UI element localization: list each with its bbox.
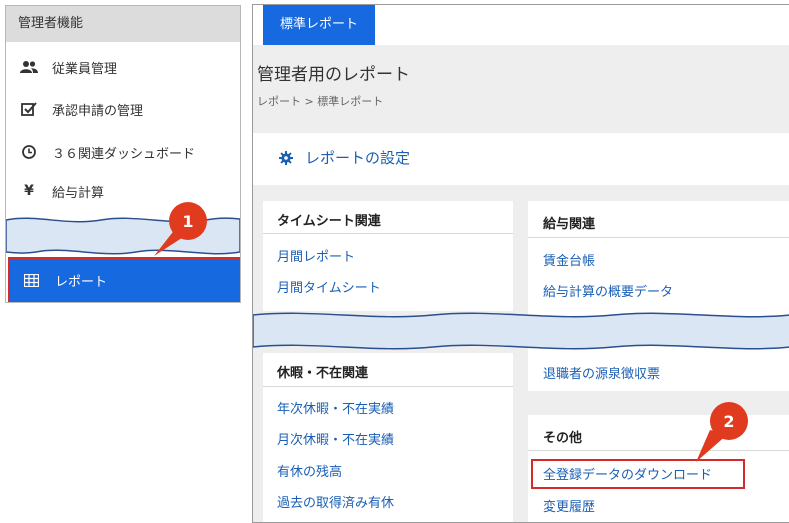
gear-icon xyxy=(279,150,293,169)
people-icon xyxy=(20,60,38,74)
link-monthly-leave[interactable]: 月次休暇・不在実績 xyxy=(277,429,394,448)
link-payroll-summary[interactable]: 給与計算の概要データ xyxy=(543,281,673,300)
sidebar-item-dashboard[interactable]: ３６関連ダッシュボード xyxy=(6,133,240,171)
sidebar-item-label: 従業員管理 xyxy=(52,61,118,77)
sidebar-item-label: 給与計算 xyxy=(52,185,105,201)
step-badge-2: 2 xyxy=(710,402,748,440)
card-divider xyxy=(528,450,789,451)
sidebar-item-label: ３６関連ダッシュボード xyxy=(52,146,196,162)
card-divider xyxy=(263,233,513,234)
breadcrumb: レポート > 標準レポート xyxy=(257,95,384,108)
step-badge-1: 1 xyxy=(169,202,207,240)
link-retiree-withholding[interactable]: 退職者の源泉徴収票 xyxy=(543,363,660,382)
link-annual-leave[interactable]: 年次休暇・不在実績 xyxy=(277,398,394,417)
link-wage-ledger[interactable]: 賃金台帳 xyxy=(543,250,595,269)
yen-icon: ¥ xyxy=(24,183,34,199)
card-title-leave: 休暇・不在関連 xyxy=(277,366,369,381)
card-divider xyxy=(263,386,513,387)
checkbox-icon xyxy=(20,101,38,117)
link-past-paid-leave[interactable]: 過去の取得済み有休 xyxy=(277,492,394,511)
table-icon xyxy=(24,273,39,287)
admin-sidebar: 管理者機能 従業員管理 承認申請の管理 ３６関連ダッシュボード ¥ 給与計算 レ… xyxy=(5,5,241,303)
link-paid-leave-balance[interactable]: 有休の残高 xyxy=(277,461,342,480)
card-title-other: その他 xyxy=(543,431,583,446)
report-settings-link[interactable]: レポートの設定 xyxy=(305,147,410,168)
link-change-history[interactable]: 変更履歴 xyxy=(543,496,595,515)
card-title-payroll: 給与関連 xyxy=(543,217,596,232)
link-monthly-report[interactable]: 月間レポート xyxy=(277,246,355,265)
link-download-all-data[interactable]: 全登録データのダウンロード xyxy=(543,464,712,483)
card-divider xyxy=(528,237,789,238)
clock-icon xyxy=(20,144,38,160)
sidebar-item-payroll[interactable]: ¥ 給与計算 xyxy=(6,172,240,210)
card-title-timesheet: タイムシート関連 xyxy=(277,214,381,229)
page-title: 管理者用のレポート xyxy=(257,65,410,85)
link-monthly-timesheet[interactable]: 月間タイムシート xyxy=(277,277,381,296)
sidebar-header: 管理者機能 xyxy=(6,6,240,42)
sidebar-item-approvals[interactable]: 承認申請の管理 xyxy=(6,90,240,128)
sidebar-item-label: レポート xyxy=(55,274,108,290)
sidebar-item-report[interactable]: レポート xyxy=(8,257,240,302)
sidebar-item-label: 承認申請の管理 xyxy=(52,103,144,119)
title-band xyxy=(253,45,789,133)
tab-standard-report[interactable]: 標準レポート xyxy=(263,5,375,45)
sidebar-item-employees[interactable]: 従業員管理 xyxy=(6,48,240,86)
omission-wave xyxy=(253,312,789,350)
